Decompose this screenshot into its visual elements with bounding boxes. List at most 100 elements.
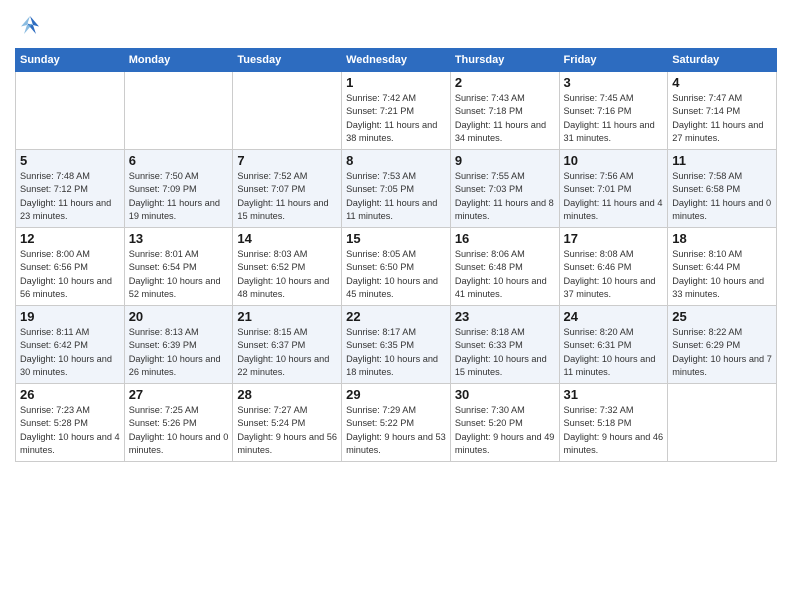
calendar-week-row: 26 Sunrise: 7:23 AM Sunset: 5:28 PM Dayli… [16,384,777,462]
day-info: Sunrise: 7:30 AM Sunset: 5:20 PM Dayligh… [455,404,555,457]
day-number: 6 [129,153,229,168]
day-number: 25 [672,309,772,324]
calendar-cell: 26 Sunrise: 7:23 AM Sunset: 5:28 PM Dayli… [16,384,125,462]
calendar-cell: 16 Sunrise: 8:06 AM Sunset: 6:48 PM Dayli… [450,228,559,306]
day-number: 24 [564,309,664,324]
calendar-cell: 18 Sunrise: 8:10 AM Sunset: 6:44 PM Dayli… [668,228,777,306]
day-info: Sunrise: 7:55 AM Sunset: 7:03 PM Dayligh… [455,170,555,223]
calendar-cell: 23 Sunrise: 8:18 AM Sunset: 6:33 PM Dayli… [450,306,559,384]
day-number: 26 [20,387,120,402]
day-number: 20 [129,309,229,324]
calendar-cell: 25 Sunrise: 8:22 AM Sunset: 6:29 PM Dayli… [668,306,777,384]
calendar-week-row: 1 Sunrise: 7:42 AM Sunset: 7:21 PM Daylig… [16,72,777,150]
day-number: 11 [672,153,772,168]
calendar-cell [124,72,233,150]
weekday-header: Tuesday [233,49,342,72]
day-number: 10 [564,153,664,168]
day-info: Sunrise: 8:01 AM Sunset: 6:54 PM Dayligh… [129,248,229,301]
day-number: 7 [237,153,337,168]
day-number: 5 [20,153,120,168]
calendar-cell [233,72,342,150]
day-info: Sunrise: 7:53 AM Sunset: 7:05 PM Dayligh… [346,170,446,223]
calendar-cell: 8Sunrise: 7:53 AM Sunset: 7:05 PM Daylig… [342,150,451,228]
day-info: Sunrise: 7:29 AM Sunset: 5:22 PM Dayligh… [346,404,446,457]
day-info: Sunrise: 7:48 AM Sunset: 7:12 PM Dayligh… [20,170,120,223]
day-number: 1 [346,75,446,90]
calendar-cell: 28 Sunrise: 7:27 AM Sunset: 5:24 PM Dayli… [233,384,342,462]
calendar-cell: 19 Sunrise: 8:11 AM Sunset: 6:42 PM Dayli… [16,306,125,384]
weekday-header: Sunday [16,49,125,72]
weekday-header: Wednesday [342,49,451,72]
day-info: Sunrise: 8:08 AM Sunset: 6:46 PM Dayligh… [564,248,664,301]
calendar-week-row: 19 Sunrise: 8:11 AM Sunset: 6:42 PM Dayli… [16,306,777,384]
calendar-cell: 31 Sunrise: 7:32 AM Sunset: 5:18 PM Dayli… [559,384,668,462]
calendar-cell: 9Sunrise: 7:55 AM Sunset: 7:03 PM Daylig… [450,150,559,228]
calendar-week-row: 12Sunrise: 8:00 AM Sunset: 6:56 PM Dayli… [16,228,777,306]
day-number: 13 [129,231,229,246]
day-info: Sunrise: 8:11 AM Sunset: 6:42 PM Dayligh… [20,326,120,379]
calendar-cell: 24 Sunrise: 8:20 AM Sunset: 6:31 PM Dayli… [559,306,668,384]
day-info: Sunrise: 8:13 AM Sunset: 6:39 PM Dayligh… [129,326,229,379]
weekday-header: Thursday [450,49,559,72]
calendar-cell: 27 Sunrise: 7:25 AM Sunset: 5:26 PM Dayli… [124,384,233,462]
day-info: Sunrise: 7:58 AM Sunset: 6:58 PM Dayligh… [672,170,772,223]
calendar-cell: 3Sunrise: 7:45 AM Sunset: 7:16 PM Daylig… [559,72,668,150]
day-number: 22 [346,309,446,324]
calendar-cell: 29 Sunrise: 7:29 AM Sunset: 5:22 PM Dayli… [342,384,451,462]
header [15,10,777,40]
day-number: 29 [346,387,446,402]
day-info: Sunrise: 8:20 AM Sunset: 6:31 PM Dayligh… [564,326,664,379]
day-number: 28 [237,387,337,402]
day-number: 16 [455,231,555,246]
day-number: 31 [564,387,664,402]
day-info: Sunrise: 7:42 AM Sunset: 7:21 PM Dayligh… [346,92,446,145]
day-number: 14 [237,231,337,246]
calendar-cell [668,384,777,462]
day-info: Sunrise: 7:47 AM Sunset: 7:14 PM Dayligh… [672,92,772,145]
weekday-header: Monday [124,49,233,72]
calendar-table: SundayMondayTuesdayWednesdayThursdayFrid… [15,48,777,462]
day-number: 27 [129,387,229,402]
day-info: Sunrise: 8:05 AM Sunset: 6:50 PM Dayligh… [346,248,446,301]
day-info: Sunrise: 7:56 AM Sunset: 7:01 PM Dayligh… [564,170,664,223]
page: SundayMondayTuesdayWednesdayThursdayFrid… [0,0,792,612]
day-info: Sunrise: 7:23 AM Sunset: 5:28 PM Dayligh… [20,404,120,457]
day-number: 19 [20,309,120,324]
calendar-cell: 11 Sunrise: 7:58 AM Sunset: 6:58 PM Dayli… [668,150,777,228]
weekday-header: Friday [559,49,668,72]
calendar-cell: 22 Sunrise: 8:17 AM Sunset: 6:35 PM Dayli… [342,306,451,384]
day-info: Sunrise: 7:50 AM Sunset: 7:09 PM Dayligh… [129,170,229,223]
calendar-cell: 4Sunrise: 7:47 AM Sunset: 7:14 PM Daylig… [668,72,777,150]
day-info: Sunrise: 8:03 AM Sunset: 6:52 PM Dayligh… [237,248,337,301]
logo-icon [15,10,45,40]
calendar-cell: 7Sunrise: 7:52 AM Sunset: 7:07 PM Daylig… [233,150,342,228]
day-number: 12 [20,231,120,246]
day-number: 17 [564,231,664,246]
day-info: Sunrise: 7:27 AM Sunset: 5:24 PM Dayligh… [237,404,337,457]
day-info: Sunrise: 7:25 AM Sunset: 5:26 PM Dayligh… [129,404,229,457]
logo [15,10,49,40]
calendar-week-row: 5 Sunrise: 7:48 AM Sunset: 7:12 PM Daylig… [16,150,777,228]
day-number: 23 [455,309,555,324]
day-info: Sunrise: 7:32 AM Sunset: 5:18 PM Dayligh… [564,404,664,457]
calendar-cell: 10 Sunrise: 7:56 AM Sunset: 7:01 PM Dayli… [559,150,668,228]
day-number: 3 [564,75,664,90]
day-info: Sunrise: 8:06 AM Sunset: 6:48 PM Dayligh… [455,248,555,301]
calendar-cell: 20 Sunrise: 8:13 AM Sunset: 6:39 PM Dayli… [124,306,233,384]
calendar-header-row: SundayMondayTuesdayWednesdayThursdayFrid… [16,49,777,72]
weekday-header: Saturday [668,49,777,72]
day-info: Sunrise: 7:43 AM Sunset: 7:18 PM Dayligh… [455,92,555,145]
calendar-cell: 13 Sunrise: 8:01 AM Sunset: 6:54 PM Dayli… [124,228,233,306]
calendar-cell: 6 Sunrise: 7:50 AM Sunset: 7:09 PM Daylig… [124,150,233,228]
day-info: Sunrise: 8:18 AM Sunset: 6:33 PM Dayligh… [455,326,555,379]
day-number: 18 [672,231,772,246]
calendar-cell: 1 Sunrise: 7:42 AM Sunset: 7:21 PM Daylig… [342,72,451,150]
day-info: Sunrise: 8:17 AM Sunset: 6:35 PM Dayligh… [346,326,446,379]
day-info: Sunrise: 8:10 AM Sunset: 6:44 PM Dayligh… [672,248,772,301]
day-number: 15 [346,231,446,246]
day-number: 30 [455,387,555,402]
day-info: Sunrise: 8:22 AM Sunset: 6:29 PM Dayligh… [672,326,772,379]
calendar-cell [16,72,125,150]
day-number: 2 [455,75,555,90]
calendar-cell: 14 Sunrise: 8:03 AM Sunset: 6:52 PM Dayli… [233,228,342,306]
